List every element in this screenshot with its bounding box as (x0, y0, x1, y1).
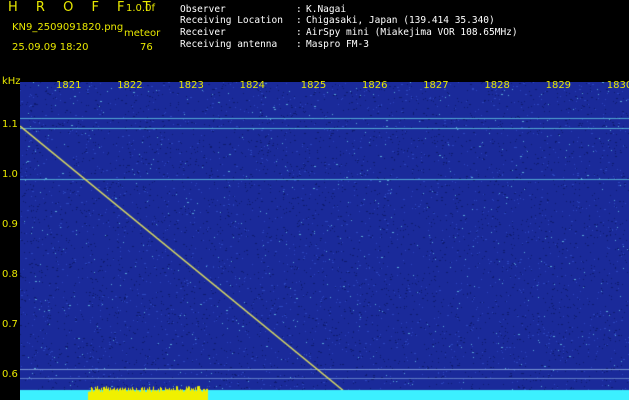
y-tick-label: 1.0 (2, 169, 18, 180)
x-tick-label: 1826 (362, 80, 388, 91)
trace-type-label: meteor (124, 28, 161, 39)
x-tick-label: 1828 (484, 80, 510, 91)
x-tick-label: 1821 (56, 80, 82, 91)
timestamp-label: 25.09.09 18:20 (12, 42, 89, 53)
y-tick-label: 0.7 (2, 319, 18, 330)
meta-label-antenna: Receiving antenna (180, 39, 278, 50)
y-tick-label: 0.9 (2, 219, 18, 230)
meta-value-location: Chigasaki, Japan (139.414 35.340) (306, 15, 495, 26)
meta-colon: : (296, 27, 302, 38)
x-tick-label: 1825 (300, 80, 327, 91)
x-tick-label: 1827 (423, 80, 449, 91)
meta-value-receiver: AirSpy mini (Miakejima VOR 108.65MHz) (306, 27, 518, 38)
meta-label-receiver: Receiver (180, 27, 226, 38)
x-tick-label: 1824 (239, 80, 266, 91)
x-tick-label: 1823 (178, 80, 204, 91)
y-tick-label: 1.1 (2, 119, 18, 130)
meta-label-location: Receiving Location (180, 15, 283, 26)
y-axis-unit: kHz (2, 76, 21, 87)
x-tick-label: 1829 (545, 80, 572, 91)
spectrogram (20, 82, 629, 400)
header-panel: H R O F F T 1.0.0f KN9_2509091820.png me… (0, 0, 629, 74)
meta-colon: : (296, 15, 302, 26)
x-tick-label: 1822 (117, 80, 143, 91)
y-tick-label: 0.8 (2, 269, 18, 280)
meta-value-antenna: Maspro FM-3 (306, 39, 369, 50)
x-tick-label: 1830 (606, 80, 629, 91)
version-label: 1.0.0f (126, 3, 155, 14)
filename-label: KN9_2509091820.png (12, 22, 124, 33)
y-tick-label: 0.6 (2, 369, 18, 380)
meta-colon: : (296, 39, 302, 50)
trace-value-label: 76 (140, 42, 153, 53)
